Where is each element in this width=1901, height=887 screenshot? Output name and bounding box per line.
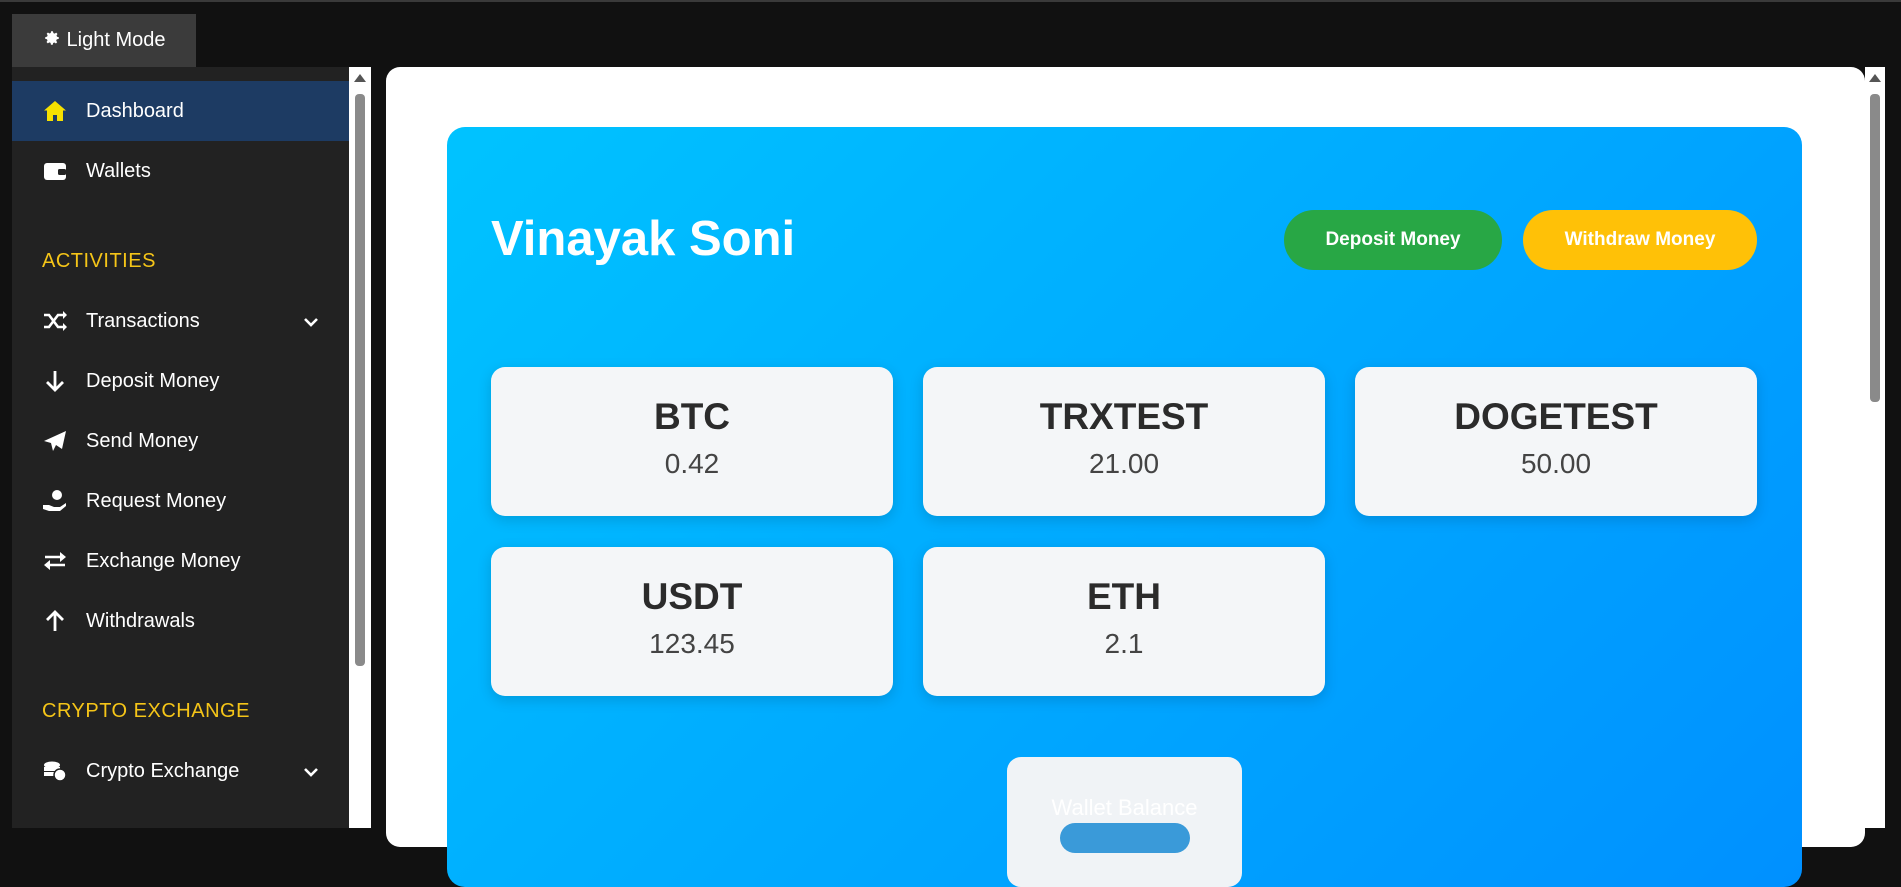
scroll-up-arrow-icon[interactable]: [354, 74, 366, 82]
main-content: Vinayak Soni Deposit Money Withdraw Mone…: [386, 67, 1865, 887]
sidebar-item-label: Exchange Money: [86, 549, 241, 572]
sidebar-item-withdrawals[interactable]: Withdrawals: [12, 591, 349, 651]
wallet-name: ETH: [1087, 576, 1161, 617]
gear-icon: [43, 29, 61, 53]
sidebar-item-send-money[interactable]: Send Money: [12, 411, 349, 471]
chevron-down-icon: [303, 761, 319, 784]
wallet-name: DOGETEST: [1454, 396, 1658, 437]
shuffle-icon: [42, 311, 68, 331]
theme-toggle-button[interactable]: Light Mode: [12, 14, 196, 67]
wallet-name: TRXTEST: [1039, 396, 1209, 437]
wallet-card-dogetest[interactable]: DOGETEST 50.00: [1355, 367, 1757, 516]
wallet-icon: [42, 160, 68, 182]
theme-toggle-label: Light Mode: [66, 29, 166, 51]
sidebar-item-label: Deposit Money: [86, 369, 220, 392]
sidebar-item-label: Send Money: [86, 429, 199, 452]
wallet-balance-label: Wallet Balance: [1051, 795, 1198, 820]
coins-icon: [42, 760, 68, 782]
sidebar-item-dashboard[interactable]: Dashboard: [12, 81, 349, 141]
sidebar-item-label: Dashboard: [86, 99, 184, 122]
paper-plane-icon: [42, 430, 68, 452]
wallet-card-usdt[interactable]: USDT 123.45: [491, 547, 893, 696]
sidebar-item-crypto-exchange[interactable]: Crypto Exchange: [12, 741, 349, 801]
scroll-up-arrow-icon[interactable]: [1869, 74, 1881, 82]
sidebar-item-wallets[interactable]: Wallets: [12, 141, 349, 201]
dashboard-hero: Vinayak Soni Deposit Money Withdraw Mone…: [447, 127, 1802, 887]
deposit-money-button[interactable]: Deposit Money: [1284, 210, 1502, 270]
sidebar-item-label: Withdrawals: [86, 609, 195, 632]
sidebar-item-label: Wallets: [86, 159, 151, 182]
sidebar-item-request-money[interactable]: Request Money: [12, 471, 349, 531]
sidebar-item-transactions[interactable]: Transactions: [12, 291, 349, 351]
sidebar-item-label: Crypto Exchange: [86, 759, 240, 782]
sidebar: Dashboard Wallets ACTIVITIES Transaction…: [12, 67, 349, 828]
window-top-border: [0, 0, 1901, 2]
wallet-card-eth[interactable]: ETH 2.1: [923, 547, 1325, 696]
sidebar-scrollbar-thumb[interactable]: [355, 94, 365, 666]
wallet-value: 2.1: [1104, 628, 1144, 659]
wallet-name: BTC: [653, 396, 731, 437]
wallet-name: USDT: [641, 576, 743, 617]
section-title-crypto-exchange: CRYPTO EXCHANGE: [42, 700, 250, 722]
chevron-down-icon: [303, 311, 319, 334]
main-scrollbar-thumb[interactable]: [1870, 94, 1880, 402]
wallet-value: 50.00: [1520, 448, 1592, 479]
wallet-value: 0.42: [664, 448, 720, 479]
sidebar-item-exchange-money[interactable]: Exchange Money: [12, 531, 349, 591]
wallet-value: 21.00: [1088, 448, 1160, 479]
user-name: Vinayak Soni: [491, 212, 796, 266]
withdraw-money-button[interactable]: Withdraw Money: [1523, 210, 1757, 270]
arrow-down-icon: [42, 370, 68, 392]
home-icon: [42, 100, 68, 122]
wallet-card-trxtest[interactable]: TRXTEST 21.00: [923, 367, 1325, 516]
hand-coin-icon: [42, 489, 68, 513]
arrow-up-icon: [42, 610, 68, 632]
wallet-balance-card: Wallet Balance: [1007, 757, 1242, 887]
sidebar-item-deposit-money[interactable]: Deposit Money: [12, 351, 349, 411]
wallet-card-btc[interactable]: BTC 0.42: [491, 367, 893, 516]
section-title-activities: ACTIVITIES: [42, 250, 156, 272]
exchange-icon: [42, 551, 68, 571]
wallet-value: 123.45: [649, 628, 735, 659]
sidebar-item-label: Request Money: [86, 489, 227, 512]
sidebar-item-label: Transactions: [86, 309, 200, 332]
